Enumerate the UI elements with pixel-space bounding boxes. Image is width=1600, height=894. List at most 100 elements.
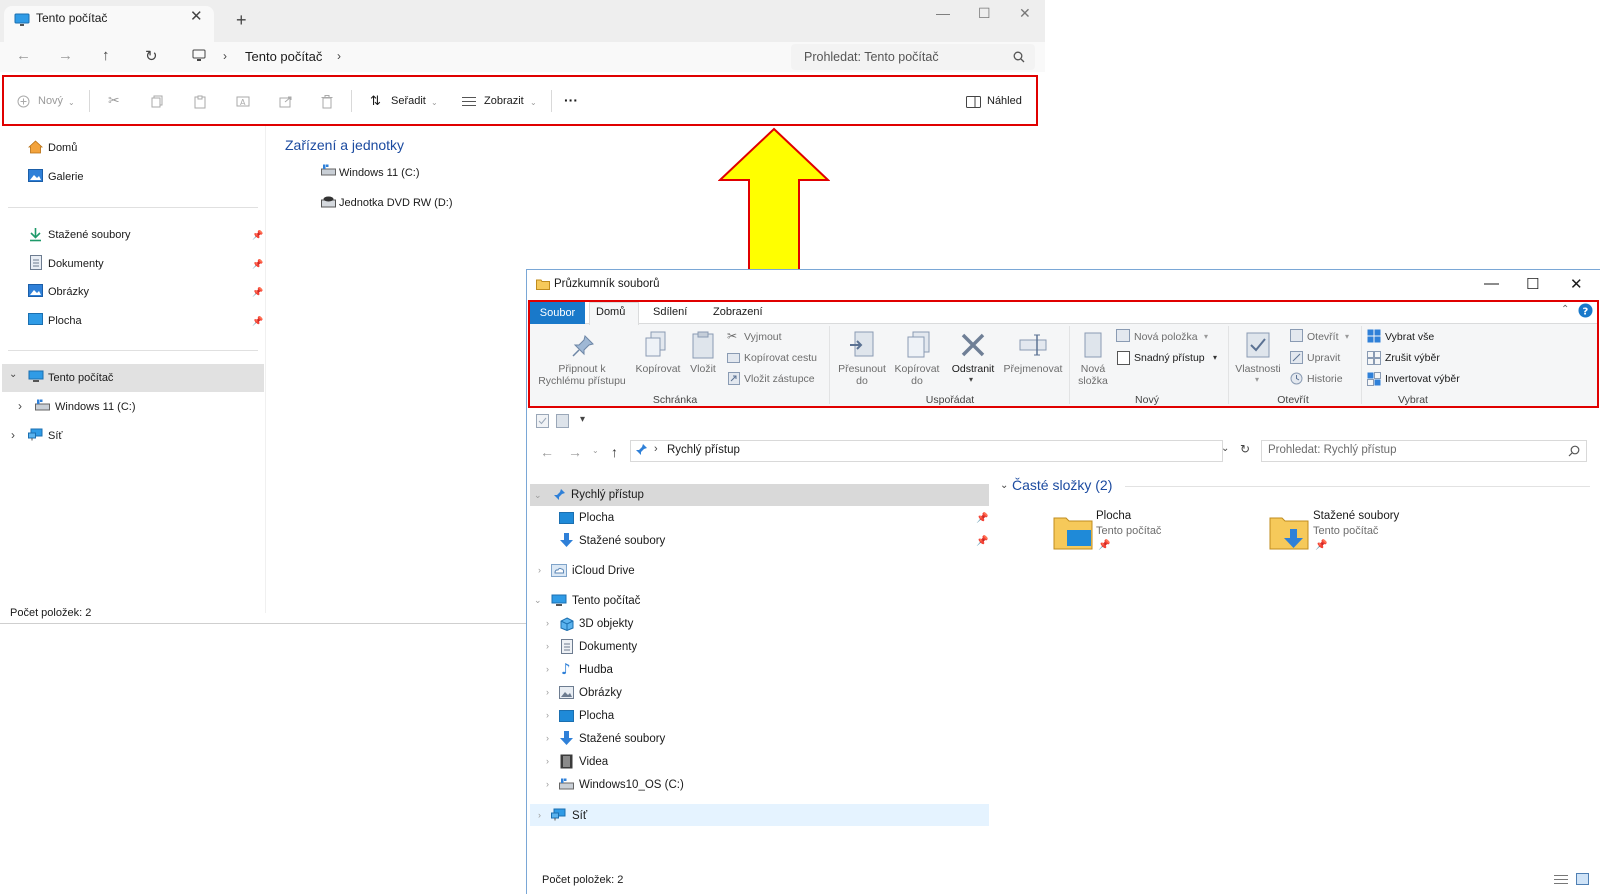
- chevron-down-icon[interactable]: ▾: [969, 375, 973, 384]
- invert-selection-button[interactable]: Invertovat výběr: [1385, 373, 1460, 385]
- tab-view[interactable]: Zobrazení: [713, 306, 763, 318]
- qat-new-folder-icon[interactable]: [556, 414, 569, 428]
- tile-desktop-name[interactable]: Plocha: [1096, 510, 1131, 522]
- properties-button[interactable]: Vlastnosti: [1230, 363, 1286, 375]
- chevron-right-icon[interactable]: ›: [546, 664, 549, 674]
- help-icon[interactable]: ?: [1578, 303, 1593, 318]
- drive-c-item[interactable]: Windows 11 (C:): [339, 167, 419, 179]
- chevron-right-icon[interactable]: ›: [538, 565, 541, 575]
- pin-quick-access-button[interactable]: Připnout k Rychlému přístupu: [532, 363, 632, 387]
- tree-qa-downloads[interactable]: Stažené soubory: [579, 535, 665, 547]
- edit-button[interactable]: Upravit: [1307, 352, 1340, 364]
- refresh-icon[interactable]: ↻: [145, 47, 158, 65]
- chevron-right-icon[interactable]: ›: [538, 810, 541, 820]
- delete-button[interactable]: Odstranit: [948, 363, 998, 375]
- copy-path-button[interactable]: Kopírovat cestu: [744, 352, 817, 364]
- tree-this-pc[interactable]: Tento počítač: [572, 595, 640, 607]
- preview-button[interactable]: Náhled: [987, 95, 1022, 107]
- cut-icon[interactable]: ✂: [108, 93, 120, 109]
- address-dropdown-icon[interactable]: ⌄: [1221, 443, 1229, 454]
- recent-chevron-icon[interactable]: ⌄: [592, 446, 599, 455]
- tab-home[interactable]: Domů: [596, 306, 625, 318]
- nav-network[interactable]: Síť: [48, 430, 63, 442]
- select-all-button[interactable]: Vybrat vše: [1385, 331, 1434, 343]
- nav-this-pc[interactable]: Tento počítač: [48, 372, 113, 384]
- tab-file[interactable]: Soubor: [530, 302, 585, 324]
- maximize-button[interactable]: ☐: [978, 5, 991, 22]
- delete-icon[interactable]: [321, 95, 333, 109]
- chevron-right-icon[interactable]: ›: [337, 49, 341, 63]
- chevron-down-icon[interactable]: ⌄: [534, 490, 542, 501]
- chevron-right-icon[interactable]: ›: [546, 618, 549, 628]
- chevron-right-icon[interactable]: ›: [546, 756, 549, 766]
- tree-3d-objects[interactable]: 3D objekty: [579, 618, 633, 630]
- more-options-button[interactable]: ···: [564, 92, 578, 108]
- qat-properties-icon[interactable]: [536, 414, 549, 428]
- chevron-down-icon[interactable]: ▾: [1213, 353, 1217, 362]
- tree-videos[interactable]: Videa: [579, 756, 608, 768]
- copy-to-button[interactable]: Kopírovat do: [888, 363, 946, 387]
- tree-pictures[interactable]: Obrázky: [579, 687, 622, 699]
- chevron-right-icon[interactable]: ›: [11, 428, 15, 442]
- chevron-right-icon[interactable]: ›: [546, 687, 549, 697]
- tree-music[interactable]: Hudba: [579, 664, 613, 676]
- tab-share[interactable]: Sdílení: [653, 306, 687, 318]
- paste-button[interactable]: Vložit: [688, 363, 718, 375]
- minimize-button[interactable]: —: [936, 5, 950, 21]
- tree-qa-desktop[interactable]: Plocha: [579, 512, 614, 524]
- new-button[interactable]: Nový: [38, 95, 63, 107]
- chevron-right-icon[interactable]: ›: [546, 779, 549, 789]
- nav-gallery[interactable]: Galerie: [48, 171, 83, 183]
- tree-quick-access[interactable]: Rychlý přístup: [571, 489, 644, 501]
- paste-icon[interactable]: [194, 95, 206, 109]
- tree-icloud[interactable]: iCloud Drive: [572, 565, 635, 577]
- tree-hover-row[interactable]: [530, 804, 989, 826]
- new-item-button[interactable]: Nová položka: [1134, 331, 1198, 343]
- breadcrumb-this-pc[interactable]: Tento počítač: [245, 49, 322, 64]
- history-button[interactable]: Historie: [1307, 373, 1343, 385]
- new-folder-button[interactable]: Nová složka: [1071, 363, 1115, 387]
- nav-home[interactable]: Domů: [48, 142, 77, 154]
- sort-button[interactable]: Seřadit: [391, 95, 426, 107]
- minimize-button[interactable]: —: [1484, 275, 1499, 292]
- tab-close-button[interactable]: ✕: [190, 7, 203, 25]
- chevron-right-icon[interactable]: ›: [546, 641, 549, 651]
- nav-documents[interactable]: Dokumenty: [48, 258, 104, 270]
- tree-network[interactable]: Síť: [572, 810, 587, 822]
- chevron-right-icon[interactable]: ›: [546, 710, 549, 720]
- chevron-right-icon[interactable]: ›: [546, 733, 549, 743]
- tree-downloads[interactable]: Stažené soubory: [579, 733, 665, 745]
- copy-button[interactable]: Kopírovat: [633, 363, 683, 375]
- section-collapse-icon[interactable]: ⌄: [1000, 480, 1008, 491]
- collapse-ribbon-icon[interactable]: ⌃: [1561, 304, 1569, 315]
- open-button[interactable]: Otevřít: [1307, 331, 1339, 343]
- chevron-down-icon[interactable]: ⌄: [9, 369, 17, 380]
- forward-icon[interactable]: →: [568, 444, 582, 460]
- tree-documents[interactable]: Dokumenty: [579, 641, 637, 653]
- downloads-folder-icon[interactable]: [1269, 512, 1309, 550]
- chevron-down-icon[interactable]: ⌄: [534, 595, 542, 606]
- nav-downloads[interactable]: Stažené soubory: [48, 229, 131, 241]
- cut-button[interactable]: Vyjmout: [744, 331, 782, 343]
- tree-desktop[interactable]: Plocha: [579, 710, 614, 722]
- maximize-button[interactable]: ☐: [1526, 275, 1539, 293]
- tile-downloads-name[interactable]: Stažené soubory: [1313, 510, 1399, 522]
- tiles-view-icon[interactable]: [1576, 873, 1589, 885]
- rename-icon[interactable]: A: [236, 95, 250, 108]
- new-tab-button[interactable]: +: [236, 10, 247, 31]
- up-icon[interactable]: ↑: [611, 444, 618, 460]
- qat-customize-icon[interactable]: ▾: [580, 414, 585, 425]
- close-window-button[interactable]: ✕: [1019, 5, 1031, 22]
- move-to-button[interactable]: Přesunout do: [832, 363, 892, 387]
- up-icon[interactable]: ↑: [102, 47, 110, 64]
- view-button[interactable]: Zobrazit: [484, 95, 524, 107]
- details-view-icon[interactable]: [1554, 874, 1568, 885]
- dvd-drive-item[interactable]: Jednotka DVD RW (D:): [339, 197, 453, 209]
- rename-button[interactable]: Přejmenovat: [1000, 363, 1066, 375]
- paste-shortcut-button[interactable]: Vložit zástupce: [744, 373, 815, 385]
- select-none-button[interactable]: Zrušit výběr: [1385, 352, 1440, 364]
- nav-pictures[interactable]: Obrázky: [48, 286, 89, 298]
- share-icon[interactable]: [279, 95, 293, 108]
- forward-icon[interactable]: →: [58, 47, 73, 64]
- copy-icon[interactable]: [151, 95, 164, 108]
